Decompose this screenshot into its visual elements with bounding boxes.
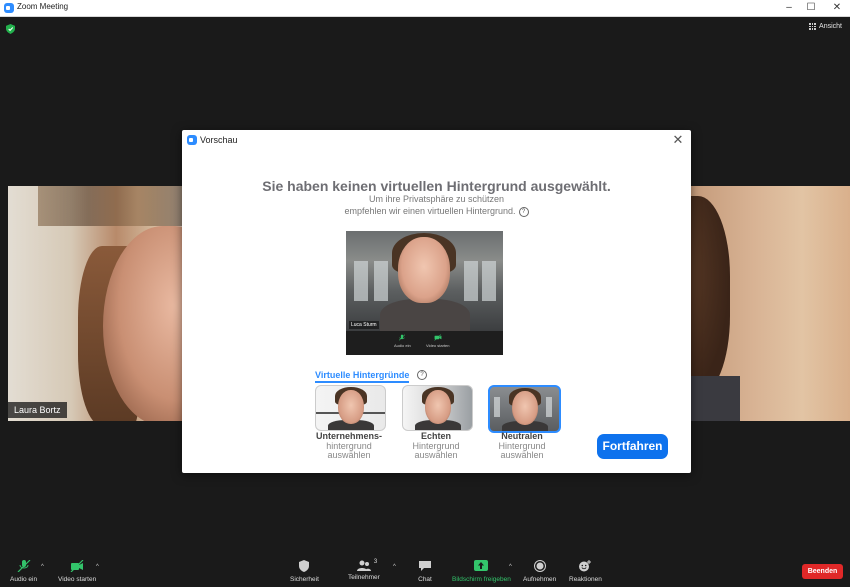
reactions-label: Reaktionen <box>569 576 602 583</box>
view-switcher[interactable]: Ansicht <box>809 23 842 30</box>
option-line3: auswählen <box>500 450 544 460</box>
dialog-subtitle-line2: empfehlen wir einen virtuellen Hintergru… <box>182 206 691 217</box>
background-option-corporate-label[interactable]: Unternehmens- hintergrund auswählen <box>304 431 394 461</box>
background-window <box>464 261 478 301</box>
virtual-backgrounds-link[interactable]: Virtuelle Hintergründe <box>315 370 410 383</box>
audio-button[interactable]: Audio ein <box>10 559 38 583</box>
option-line3: auswählen <box>327 450 371 460</box>
share-screen-label: Bildschirm freigeben <box>452 576 511 583</box>
share-screen-icon <box>474 560 489 571</box>
dialog-subtitle-text: empfehlen wir einen virtuellen Hintergru… <box>344 206 516 216</box>
window-titlebar: Zoom Meeting – ☐ ✕ <box>0 0 850 17</box>
background-option-real-label[interactable]: Echten Hintergrund auswählen <box>391 431 481 461</box>
background-window <box>374 261 388 301</box>
meeting-toolbar: Audio ein ^ Video starten ^ Sicherheit 3… <box>0 557 850 587</box>
dialog-headline: Sie haben keinen virtuellen Hintergrund … <box>262 178 611 194</box>
chat-button[interactable]: Chat <box>418 560 432 583</box>
security-label: Sicherheit <box>290 576 319 583</box>
camera-muted-icon <box>434 334 442 341</box>
participants-options-caret[interactable]: ^ <box>393 564 396 570</box>
microphone-muted-icon <box>399 334 406 341</box>
maximize-button[interactable]: ☐ <box>800 1 822 15</box>
camera-muted-icon <box>70 559 84 573</box>
thumb-window <box>494 397 500 417</box>
view-label: Ansicht <box>819 23 842 30</box>
preview-person-face <box>398 237 450 303</box>
participants-button[interactable]: 3 Teilnehmer <box>348 559 380 581</box>
grid-view-icon <box>809 23 817 30</box>
preview-dialog: Vorschau ✕ Sie haben keinen virtuellen H… <box>182 130 691 473</box>
microphone-muted-icon <box>17 559 30 573</box>
participant-name-tag: Laura Bortz <box>8 402 67 418</box>
participants-icon-wrap: 3 <box>349 559 379 572</box>
participant-video-right[interactable] <box>690 186 850 421</box>
preview-scene: Luca Sturm <box>346 231 503 331</box>
preview-person-body <box>380 299 470 331</box>
security-button[interactable]: Sicherheit <box>290 560 319 583</box>
window-title: Zoom Meeting <box>17 2 69 11</box>
record-icon <box>533 560 546 572</box>
preview-self-name: Luca Sturm <box>349 321 379 329</box>
option-line3: auswählen <box>414 450 458 460</box>
audio-options-caret[interactable]: ^ <box>41 564 44 570</box>
thumb-window <box>546 397 552 417</box>
thumb-face <box>425 390 451 424</box>
background-window <box>354 261 368 301</box>
dialog-header: Vorschau ✕ <box>182 130 691 150</box>
reactions-button[interactable]: Reaktionen <box>569 560 602 583</box>
participants-count: 3 <box>373 559 378 565</box>
participants-label: Teilnehmer <box>348 574 380 581</box>
minimize-button[interactable]: – <box>778 1 800 15</box>
chat-label: Chat <box>418 576 432 583</box>
background-option-corporate[interactable] <box>315 385 386 431</box>
participant-face <box>690 196 730 396</box>
encryption-shield-icon[interactable] <box>6 24 15 34</box>
record-label: Aufnehmen <box>523 576 557 583</box>
preview-audio-button[interactable]: Audio ein <box>394 334 411 348</box>
chat-icon <box>419 561 431 571</box>
close-icon[interactable]: ✕ <box>671 132 685 148</box>
dialog-subtitle-line1: Um ihre Privatsphäre zu schützen <box>368 194 505 204</box>
background-option-neutral[interactable] <box>488 385 561 433</box>
thumb-face <box>338 390 364 424</box>
video-label: Video starten <box>58 576 97 583</box>
share-options-caret[interactable]: ^ <box>509 564 512 570</box>
zoom-logo-icon <box>4 3 14 13</box>
self-video-preview: Luca Sturm Audio ein Video starten <box>346 231 503 355</box>
dialog-title: Vorschau <box>200 135 238 145</box>
zoom-logo-icon <box>187 135 197 145</box>
help-icon[interactable]: ? <box>417 370 427 380</box>
video-button[interactable]: Video starten <box>58 559 97 583</box>
audio-label: Audio ein <box>10 576 38 583</box>
preview-video-label: Video starten <box>426 343 450 348</box>
thumb-face <box>512 391 538 425</box>
share-screen-button[interactable]: Bildschirm freigeben <box>452 560 511 583</box>
background-option-neutral-label[interactable]: Neutralen Hintergrund auswählen <box>477 431 567 461</box>
participants-icon <box>356 560 371 571</box>
participant-suit <box>690 376 740 421</box>
video-options-caret[interactable]: ^ <box>96 564 99 570</box>
end-meeting-button[interactable]: Beenden <box>802 564 843 579</box>
preview-video-button[interactable]: Video starten <box>426 334 450 348</box>
background-window <box>482 261 496 301</box>
help-icon[interactable]: ? <box>518 206 529 217</box>
participant-video-left[interactable] <box>8 186 188 421</box>
preview-audio-label: Audio ein <box>394 343 411 348</box>
background-shelf <box>38 186 188 226</box>
shield-icon <box>299 560 310 572</box>
record-button[interactable]: Aufnehmen <box>523 560 556 583</box>
continue-button[interactable]: Fortfahren <box>597 434 668 459</box>
preview-toolbar: Audio ein Video starten <box>346 331 503 355</box>
close-window-button[interactable]: ✕ <box>826 1 848 15</box>
smiley-icon <box>579 560 592 572</box>
background-option-real[interactable] <box>402 385 473 431</box>
